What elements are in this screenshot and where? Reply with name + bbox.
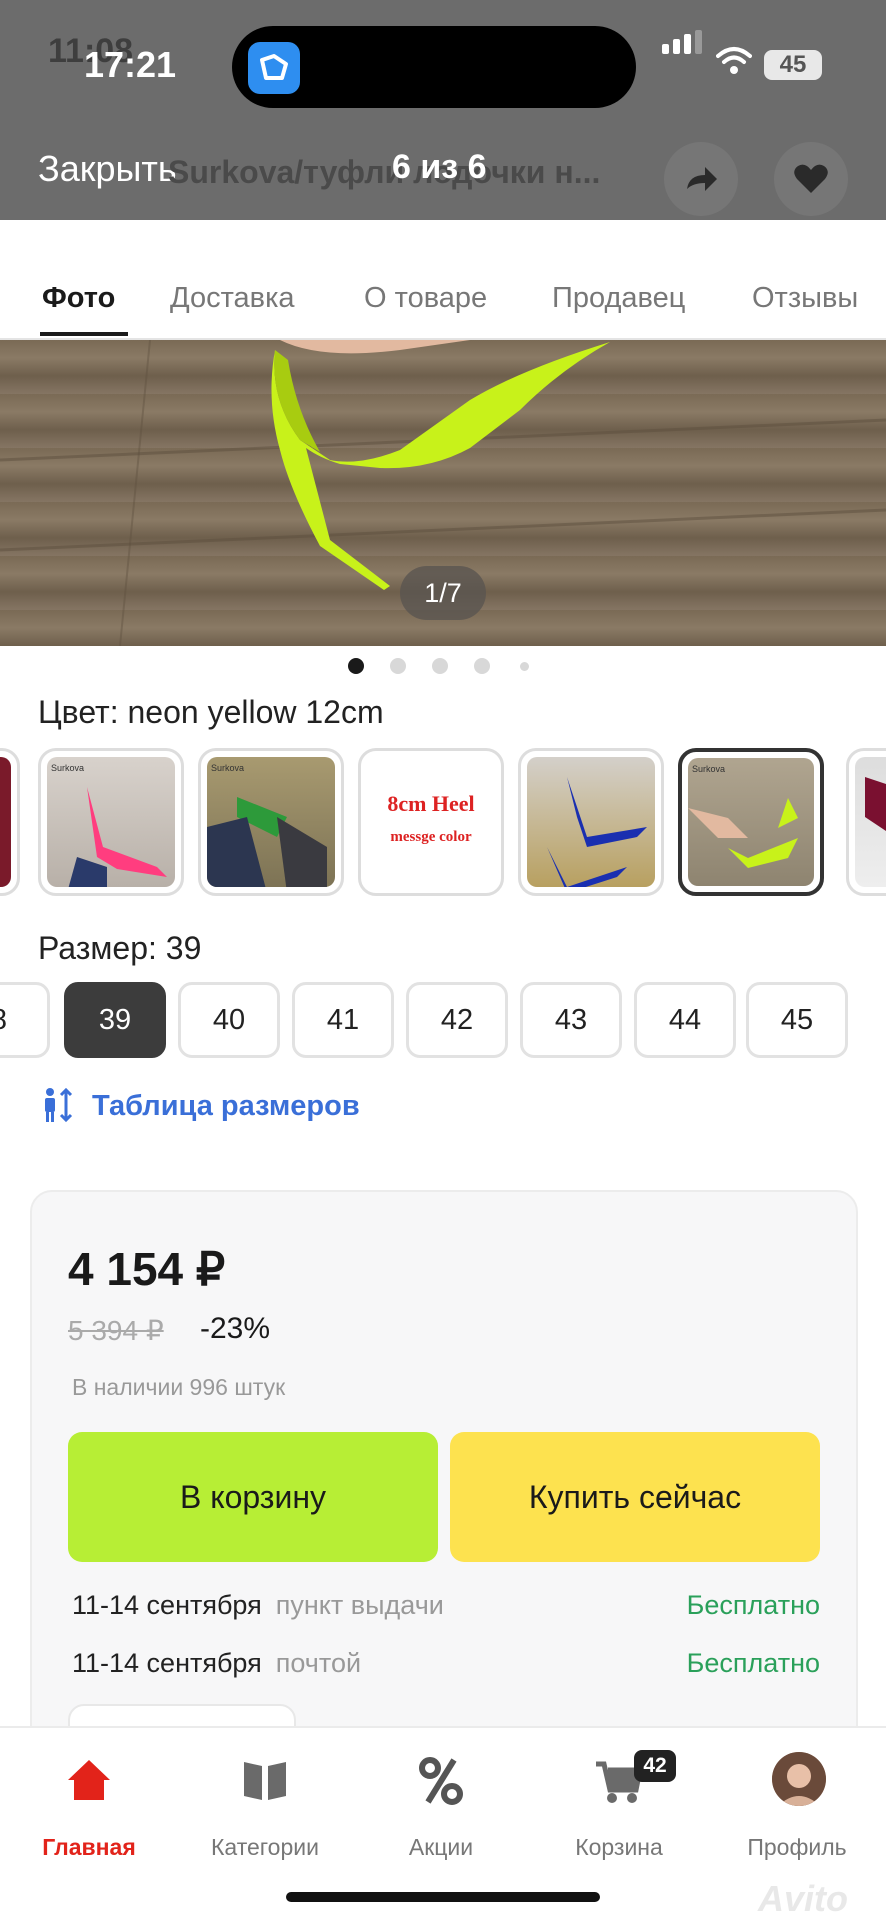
- photo-index-badge: 1/7: [400, 566, 486, 620]
- product-tabs: Фото Доставка О товаре Продавец Отзывы: [0, 276, 886, 338]
- delivery-method: пункт выдачи: [275, 1590, 444, 1620]
- color-swatch-pink[interactable]: Surkova: [38, 748, 184, 896]
- app-activity-icon[interactable]: [248, 42, 300, 94]
- dynamic-island: [232, 26, 636, 108]
- share-icon: [687, 167, 717, 191]
- size-options: 8 39 40 41 42 43 44 45: [0, 982, 886, 1060]
- color-swatch-blue[interactable]: [518, 748, 664, 896]
- nav-home-label: Главная: [42, 1834, 136, 1860]
- delivery-method: почтой: [275, 1648, 362, 1678]
- discount-badge: -23%: [200, 1312, 271, 1345]
- viewer-nav-row: Закрыть Surkova/туфли лодочки н... 6 из …: [0, 130, 886, 220]
- tab-delivery[interactable]: Доставка: [170, 282, 295, 315]
- color-swatch-neon-yellow[interactable]: Surkova: [678, 748, 824, 896]
- buy-now-button[interactable]: Купить сейчас: [450, 1432, 820, 1562]
- carousel-dot-small: [520, 662, 529, 671]
- size-label: Размер: 39: [38, 930, 202, 966]
- size-option[interactable]: 45: [746, 982, 848, 1058]
- delivery-date: 11-14 сентября: [72, 1590, 262, 1620]
- avatar: [772, 1752, 826, 1806]
- product-photo[interactable]: 1/7: [0, 340, 886, 646]
- nav-cart-label: Корзина: [575, 1834, 663, 1860]
- delivery-price: Бесплатно: [686, 1648, 820, 1678]
- swatch-heel-title: 8cm Heel: [387, 791, 475, 816]
- delivery-option-row: 11-14 сентября пункт выдачи: [72, 1590, 444, 1621]
- size-option[interactable]: 8: [0, 982, 50, 1058]
- home-indicator[interactable]: [286, 1892, 600, 1902]
- color-label: Цвет: neon yellow 12cm: [38, 694, 384, 730]
- swatch-brand-text: Surkova: [211, 763, 244, 773]
- tab-photo[interactable]: Фото: [42, 282, 115, 315]
- status-time: 17:21: [84, 44, 177, 85]
- size-option-selected[interactable]: 39: [64, 982, 166, 1058]
- swatch-brand-text: Surkova: [692, 764, 725, 774]
- active-tab-indicator: [40, 332, 128, 336]
- color-swatch-wine[interactable]: [846, 748, 886, 896]
- photo-counter-title: 6 из 6: [392, 148, 487, 186]
- nav-profile[interactable]: Профиль: [712, 1746, 882, 1866]
- tab-reviews[interactable]: Отзывы: [752, 282, 858, 315]
- nav-profile-label: Профиль: [747, 1834, 847, 1860]
- carousel-dot-active: [348, 658, 364, 674]
- size-option[interactable]: 42: [406, 982, 508, 1058]
- swatch-heel-subtitle: messge color: [390, 829, 472, 845]
- viewer-top-bar: 11:08 17:21 45 Закрыть Surkova/туфли лод…: [0, 0, 886, 220]
- share-button[interactable]: [664, 142, 738, 216]
- delivery-price: Бесплатно: [686, 1590, 820, 1620]
- offer-card: 4 154 ₽ 5 394 ₽ -23% В наличии 996 штук …: [30, 1190, 858, 1764]
- nav-home[interactable]: Главная: [4, 1746, 174, 1866]
- wifi-icon: [716, 47, 752, 74]
- delivery-option-row: 11-14 сентября почтой: [72, 1648, 361, 1679]
- tab-seller[interactable]: Продавец: [552, 282, 685, 315]
- swatch-brand-text: Surkova: [51, 763, 84, 773]
- nav-promos-label: Акции: [408, 1834, 474, 1860]
- color-swatch-green[interactable]: Surkova: [198, 748, 344, 896]
- nav-categories[interactable]: Категории: [180, 1746, 350, 1866]
- color-swatches: Surkova Surkova 8cm Heel messge color Su…: [0, 748, 886, 900]
- watermark-text: Avito: [758, 1878, 848, 1919]
- ghost-page-title: Surkova/туфли лодочки н...: [168, 154, 601, 190]
- old-price: 5 394 ₽: [68, 1315, 164, 1346]
- nav-categories-label: Категории: [211, 1834, 319, 1860]
- size-option[interactable]: 43: [520, 982, 622, 1058]
- percent-icon: [419, 1757, 463, 1805]
- carousel-dot: [432, 658, 448, 674]
- status-bar: 11:08 17:21 45: [0, 0, 886, 120]
- stock-status: В наличии 996 штук: [72, 1374, 286, 1400]
- nav-promos[interactable]: Акции: [356, 1746, 526, 1866]
- carousel-dot: [390, 658, 406, 674]
- carousel-dot: [474, 658, 490, 674]
- size-option[interactable]: 44: [634, 982, 736, 1058]
- favorite-button[interactable]: [774, 142, 848, 216]
- size-option[interactable]: 40: [178, 982, 280, 1058]
- close-button[interactable]: Закрыть: [38, 148, 177, 190]
- battery-indicator: 45: [764, 50, 822, 80]
- nav-cart[interactable]: 42 Корзина: [534, 1746, 704, 1866]
- bottom-navigation: Главная Категории Акции 42 Корзина Профи…: [0, 1726, 886, 1920]
- size-option[interactable]: 41: [292, 982, 394, 1058]
- size-chart-icon: [45, 1087, 73, 1123]
- cart-count-badge: 42: [634, 1750, 676, 1782]
- add-to-cart-button[interactable]: В корзину: [68, 1432, 438, 1562]
- color-swatch-8cm-heel[interactable]: 8cm Heel messge color: [358, 748, 504, 896]
- color-swatch-burgundy[interactable]: [0, 748, 20, 896]
- categories-icon: [244, 1762, 286, 1800]
- size-table-label: Таблица размеров: [92, 1090, 360, 1122]
- heart-icon: [794, 164, 828, 193]
- home-icon: [68, 1760, 110, 1800]
- tab-about[interactable]: О товаре: [364, 282, 487, 315]
- current-price: 4 154 ₽: [68, 1243, 226, 1295]
- delivery-date: 11-14 сентября: [72, 1648, 262, 1678]
